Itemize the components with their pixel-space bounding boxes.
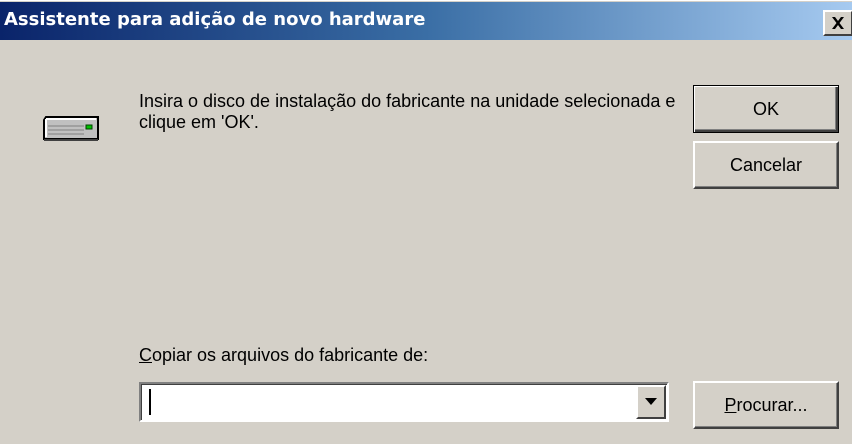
- dropdown-button[interactable]: [636, 385, 666, 419]
- disk-drive-icon: [40, 113, 102, 149]
- add-hardware-dialog: Assistente para adição de novo hardware …: [0, 0, 852, 444]
- copy-from-input[interactable]: [143, 386, 633, 418]
- close-icon: [832, 17, 844, 29]
- browse-button[interactable]: Procurar...: [693, 381, 839, 429]
- copy-from-label-rest: opiar os arquivos do fabricante de:: [152, 345, 429, 365]
- ok-button[interactable]: OK: [693, 85, 839, 133]
- copy-from-combobox[interactable]: [139, 382, 669, 422]
- chevron-down-icon: [645, 398, 657, 405]
- window-title: Assistente para adição de novo hardware: [4, 9, 426, 30]
- copy-from-label: Copiar os arquivos do fabricante de:: [139, 345, 428, 366]
- browse-label-accel: P: [724, 394, 737, 415]
- title-bar[interactable]: Assistente para adição de novo hardware: [0, 2, 852, 40]
- copy-from-label-accel: C: [139, 345, 152, 365]
- close-button[interactable]: [823, 10, 852, 36]
- browse-label-rest: rocurar...: [736, 394, 808, 415]
- text-caret: [149, 389, 151, 415]
- cancel-button[interactable]: Cancelar: [693, 141, 839, 189]
- instruction-message: Insira o disco de instalação do fabrican…: [139, 91, 676, 132]
